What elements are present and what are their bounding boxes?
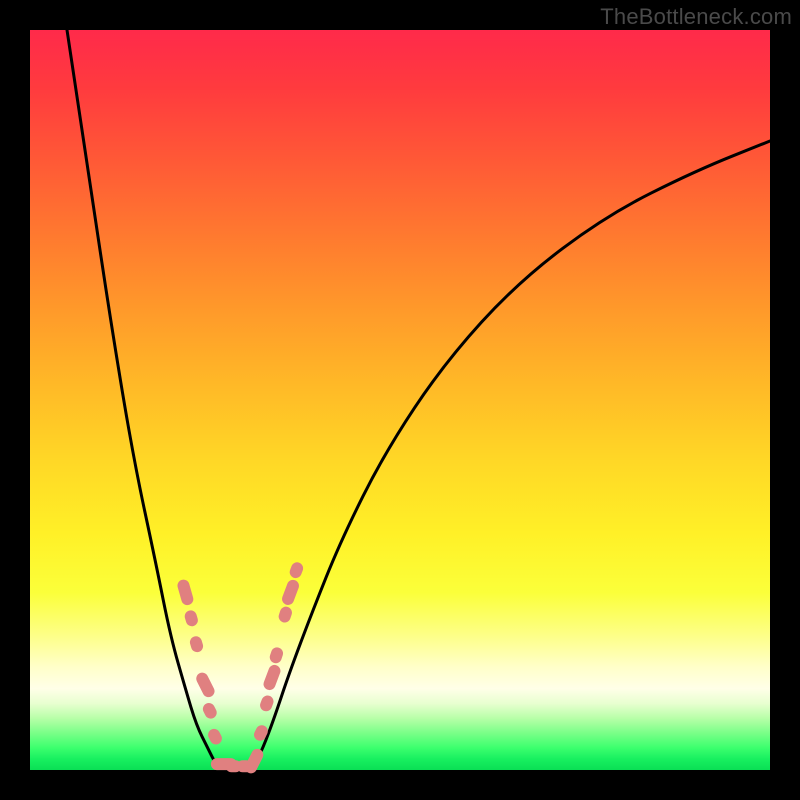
curve-marker — [176, 578, 195, 606]
curve-marker — [262, 663, 282, 692]
curve-marker — [280, 578, 300, 607]
curve-marker — [201, 701, 219, 721]
bottleneck-curve — [67, 30, 770, 770]
curve-marker — [194, 671, 216, 700]
curve-marker — [277, 605, 293, 624]
curve-marker — [288, 561, 305, 580]
curve-marker — [258, 694, 275, 713]
curve-svg — [30, 30, 770, 770]
plot-area — [30, 30, 770, 770]
curve-marker — [183, 609, 199, 628]
curve-marker — [188, 635, 204, 654]
watermark-text: TheBottleneck.com — [600, 4, 792, 30]
curve-marker — [206, 727, 224, 747]
outer-frame: TheBottleneck.com — [0, 0, 800, 800]
curve-marker — [268, 646, 284, 665]
